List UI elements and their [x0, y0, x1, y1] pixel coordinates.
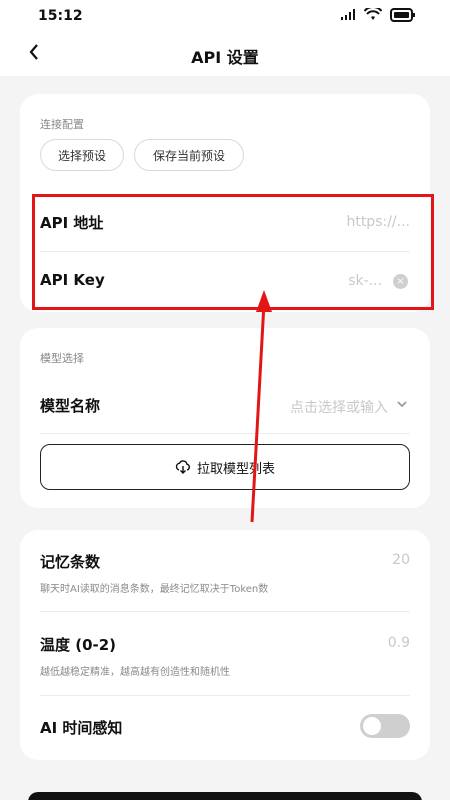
temperature-label: 温度 (0-2)	[40, 636, 117, 654]
time-awareness-label: AI 时间感知	[40, 719, 123, 737]
memory-count-label: 记忆条数	[40, 553, 101, 571]
battery-icon	[390, 8, 415, 22]
model-section-label: 模型选择	[40, 352, 84, 365]
bottom-action-bar[interactable]	[28, 792, 422, 800]
api-url-field[interactable]: https://...	[346, 214, 410, 230]
memory-count-value[interactable]: 20	[392, 552, 410, 568]
cloud-download-icon	[175, 460, 190, 474]
temperature-value[interactable]: 0.9	[388, 635, 410, 651]
connection-section-label: 连接配置	[40, 118, 84, 131]
api-key-field[interactable]: sk-...	[348, 273, 382, 289]
time-awareness-toggle[interactable]	[360, 714, 410, 738]
fetch-models-label: 拉取模型列表	[196, 461, 275, 477]
fetch-models-button[interactable]: 拉取模型列表	[40, 444, 410, 490]
api-key-label: API Key	[40, 271, 105, 289]
signal-icon	[341, 9, 355, 20]
close-circle-icon[interactable]: ×	[393, 274, 408, 289]
memory-count-description: 聊天时AI读取的消息条数，最终记忆取决于Token数	[40, 584, 269, 595]
divider	[40, 611, 410, 612]
divider	[40, 433, 410, 434]
connection-card: 连接配置 选择预设 保存当前预设 API 地址 https://... API …	[20, 94, 430, 312]
status-bar: 15:12	[0, 0, 450, 34]
toggle-knob	[363, 717, 381, 735]
model-card: 模型选择 模型名称 点击选择或输入 拉取模型列表	[20, 328, 430, 508]
temperature-description: 越低越稳定精准，越高越有创造性和随机性	[40, 667, 230, 678]
model-name-field[interactable]: 点击选择或输入	[290, 397, 388, 417]
chevron-down-icon[interactable]	[396, 399, 408, 409]
page-title: API 设置	[191, 48, 259, 67]
divider	[40, 695, 410, 696]
settings-card: 记忆条数 20 聊天时AI读取的消息条数，最终记忆取决于Token数 温度 (0…	[20, 530, 430, 760]
status-icons	[340, 8, 416, 22]
save-preset-button[interactable]: 保存当前预设	[134, 139, 244, 171]
nav-bar: API 设置	[0, 34, 450, 76]
model-name-label: 模型名称	[40, 397, 101, 415]
wifi-icon	[364, 8, 382, 20]
status-time: 15:12	[38, 8, 83, 24]
select-preset-button[interactable]: 选择预设	[40, 139, 124, 171]
api-url-label: API 地址	[40, 214, 104, 232]
divider	[40, 251, 410, 252]
